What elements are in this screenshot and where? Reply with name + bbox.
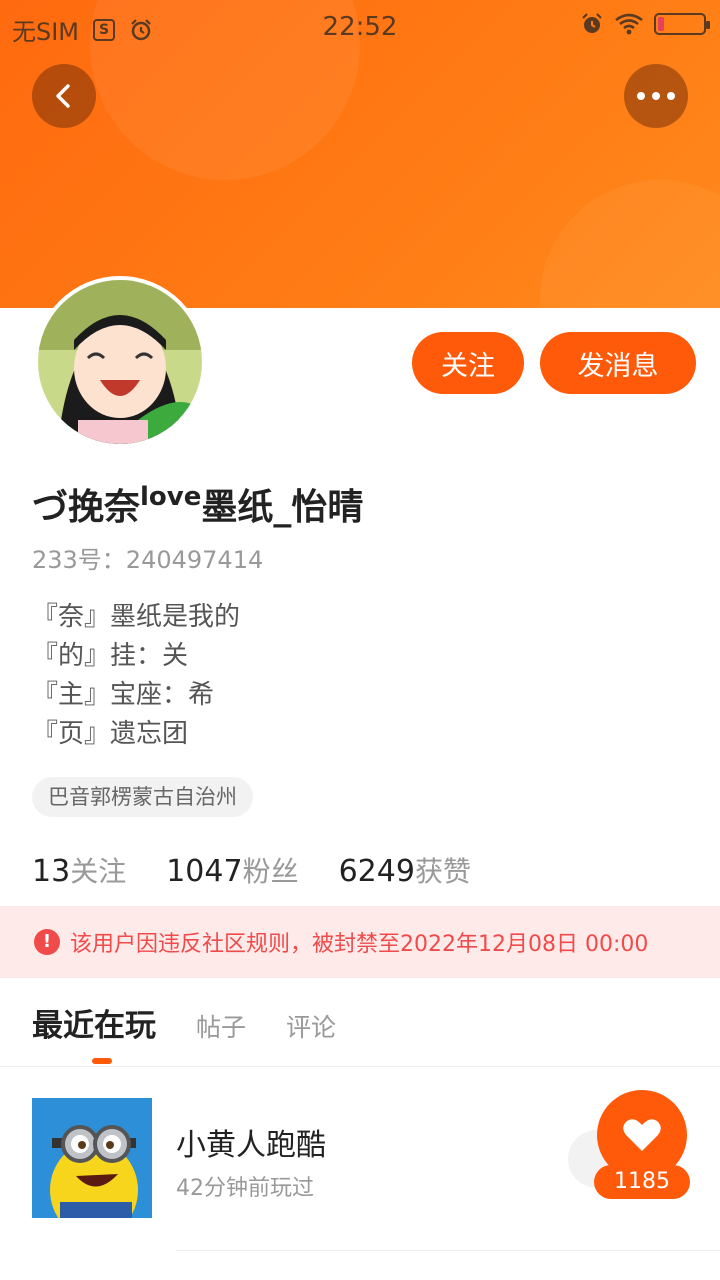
tab-recently-played[interactable]: 最近在玩: [32, 1000, 156, 1045]
avatar-image: [38, 280, 202, 444]
following-stat[interactable]: 13关注: [32, 850, 126, 890]
tab-indicator: [92, 1058, 112, 1064]
stats-row: 13关注 1047粉丝 6249获赞: [32, 850, 471, 890]
game-title: 小黄人跑酷: [176, 1128, 326, 1163]
username: づ挽奈love墨纸_怡晴: [32, 482, 364, 528]
likes-stat: 6249获赞: [338, 854, 471, 889]
divider: [176, 1250, 720, 1251]
bio-line: 『主』宝座：希: [32, 680, 215, 710]
list-item[interactable]: 小黄人跑酷 42分钟前玩过: [32, 1098, 688, 1220]
bio: 『奈』墨纸是我的 『的』挂：关 『主』宝座：希 『页』遗忘团: [32, 598, 240, 754]
last-played-time: 42分钟前玩过: [176, 1176, 314, 1201]
tab-posts[interactable]: 帖子: [196, 1008, 246, 1044]
avatar[interactable]: [34, 276, 206, 448]
send-message-button[interactable]: 发消息: [540, 332, 696, 394]
profile-tabs: 最近在玩 帖子 评论: [32, 1000, 336, 1045]
region-tag: 巴音郭楞蒙古自治州: [32, 777, 253, 817]
followers-stat[interactable]: 1047粉丝: [166, 850, 298, 890]
ban-notice-text: 该用户因违反社区规则，被封禁至2022年12月08日 00:00: [70, 932, 649, 957]
wifi-icon: [615, 13, 643, 35]
back-button[interactable]: [32, 64, 96, 128]
divider: [0, 1066, 720, 1067]
bio-line: 『奈』墨纸是我的: [32, 602, 241, 632]
game-thumbnail[interactable]: [32, 1098, 152, 1218]
bio-line: 『的』挂：关: [32, 641, 189, 671]
bio-line: 『页』遗忘团: [32, 719, 189, 749]
banner-decoration: [540, 180, 720, 308]
follow-button[interactable]: 关注: [412, 332, 524, 394]
heart-icon: [623, 1119, 661, 1151]
chevron-left-icon: [56, 84, 70, 108]
alarm-icon: [582, 13, 602, 33]
game-icon: [32, 1098, 152, 1218]
alert-icon: !: [34, 929, 60, 955]
user-id: 233号：240497414: [32, 546, 264, 574]
more-dots-icon: [637, 92, 675, 100]
ban-notice: ! 该用户因违反社区规则，被封禁至2022年12月08日 00:00: [0, 906, 720, 978]
status-bar: 无SIM S 22:52: [0, 0, 720, 52]
like-count: 1185: [594, 1165, 690, 1199]
more-button[interactable]: [624, 64, 688, 128]
tab-comments[interactable]: 评论: [286, 1008, 336, 1044]
battery-icon: [654, 13, 710, 35]
